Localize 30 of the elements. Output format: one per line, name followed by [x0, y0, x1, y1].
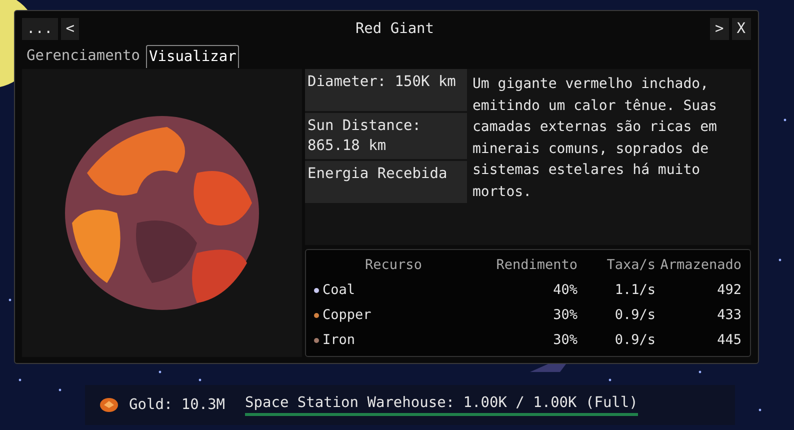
- column-header: Armazenado: [659, 256, 742, 275]
- column-header: Recurso: [364, 256, 423, 275]
- table-cell-text: Coal: [322, 281, 356, 300]
- menu-button[interactable]: ...: [22, 18, 58, 40]
- table-cell-text: 30%: [552, 331, 578, 350]
- table-cell-text: 492: [716, 281, 742, 300]
- stat-label: Energia Recebida: [304, 161, 466, 203]
- planet-description: Um gigante vermelho inchado, emitindo um calor tênue. Suas camadas externas são ricas em minerais comuns, soprados de sistemas estelares há muito mortos.: [472, 75, 718, 202]
- tab[interactable]: Visualizar: [146, 45, 240, 68]
- next-button[interactable]: >: [710, 18, 729, 40]
- column-header: Taxa/s: [606, 256, 656, 275]
- currency-amount: Gold: 10.3M: [129, 397, 226, 413]
- previous-button[interactable]: <: [60, 18, 80, 40]
- column-header: Rendimento: [495, 256, 578, 275]
- table-cell-text: 1.1/s: [614, 281, 656, 300]
- table-cell-text: 445: [716, 331, 742, 350]
- stat-label: Diameter: 150K km: [304, 69, 466, 111]
- window-title: Red Giant: [354, 20, 436, 36]
- stat-label: Sun Distance: 865.18 km: [304, 113, 466, 159]
- table-cell-text: 0.9/s: [614, 331, 656, 350]
- table-cell-text: 40%: [552, 281, 578, 300]
- tab[interactable]: Gerenciamento: [24, 44, 143, 68]
- table-cell-text: Iron: [322, 331, 356, 350]
- table-cell-text: 30%: [552, 306, 578, 325]
- warehouse-capacity: Space Station Warehouse: 1.00K / 1.00K (Full): [245, 394, 638, 410]
- table-cell-text: Copper: [322, 306, 372, 325]
- table-cell-text: 0.9/s: [614, 306, 656, 325]
- ore-icon: [99, 397, 119, 413]
- table-cell-text: 433: [716, 306, 742, 325]
- close-button[interactable]: X: [732, 18, 750, 40]
